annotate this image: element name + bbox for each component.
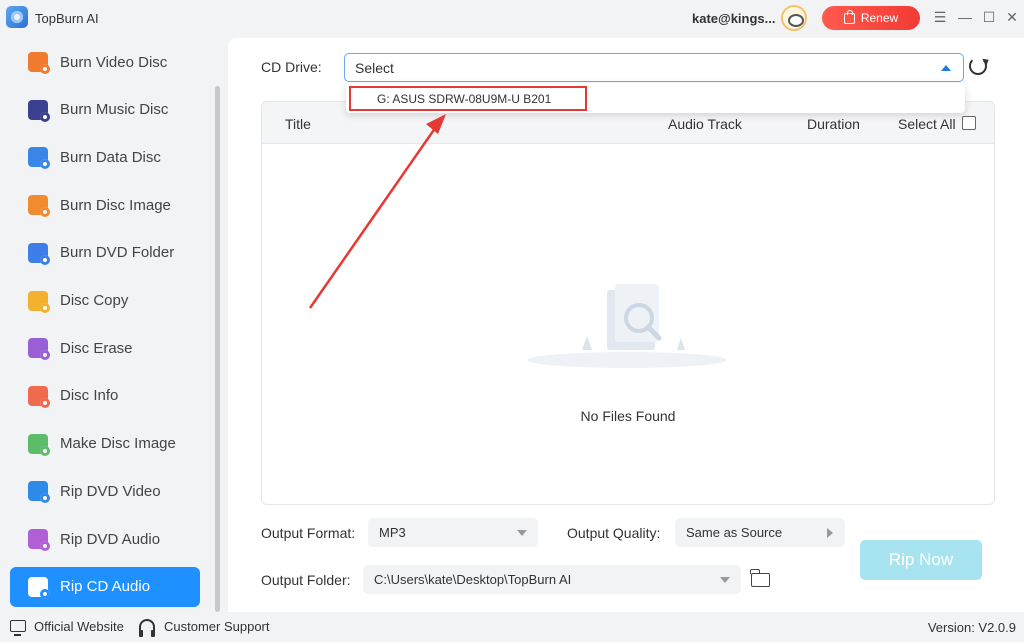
main-panel: CD Drive: Select Title Audio Track Durat… <box>228 38 1024 612</box>
video-disc-icon <box>28 52 50 74</box>
rip-cd-audio-icon <box>28 576 50 599</box>
data-disc-icon <box>28 147 50 170</box>
cd-drive-value: Select <box>355 60 394 76</box>
select-all-label: Select All <box>898 116 956 132</box>
empty-folder-icon <box>527 284 727 368</box>
footer: Official Website Customer Support Versio… <box>0 612 1024 642</box>
minimize-icon[interactable]: — <box>958 10 972 24</box>
output-format-label: Output Format: <box>261 525 356 541</box>
sidebar-item-burn-data-disc[interactable]: Burn Data Disc <box>10 137 200 177</box>
monitor-icon <box>10 620 26 636</box>
sidebar-item-label: Burn Music Disc <box>60 101 169 119</box>
sidebar-item-burn-music-disc[interactable]: Burn Music Disc <box>10 90 200 130</box>
sidebar-item-label: Burn Video Disc <box>60 53 168 71</box>
sidebar-item-burn-video-disc[interactable]: Burn Video Disc <box>10 42 200 82</box>
cd-drive-label: CD Drive: <box>261 59 322 75</box>
output-quality-value: Same as Source <box>686 525 783 540</box>
renew-button[interactable]: Renew <box>822 6 920 30</box>
official-website-link[interactable]: Official Website <box>34 619 124 634</box>
title-bar: TopBurn AI kate@kings... Renew ☰ — ☐ ✕ <box>0 0 1024 38</box>
disc-image-icon <box>28 195 50 218</box>
shopping-bag-icon <box>843 9 855 24</box>
chevron-right-icon <box>827 528 833 538</box>
caret-up-icon <box>941 65 951 71</box>
app-title: TopBurn AI <box>35 11 99 26</box>
headset-icon <box>139 619 155 637</box>
disc-copy-icon <box>28 290 50 313</box>
sidebar: Burn Video Disc Burn Music Disc Burn Data … <box>0 38 222 612</box>
sidebar-item-make-disc-image[interactable]: Make Disc Image <box>10 424 200 464</box>
sidebar-scrollbar[interactable] <box>215 86 220 612</box>
output-format-value: MP3 <box>379 525 406 540</box>
menu-icon[interactable]: ☰ <box>933 10 947 24</box>
cd-drive-select[interactable]: Select <box>344 53 964 82</box>
output-quality-label: Output Quality: <box>567 525 661 541</box>
track-table: Title Audio Track Duration Select All No… <box>261 101 995 505</box>
dvd-folder-icon <box>28 242 50 265</box>
rip-now-button[interactable]: Rip Now <box>860 540 982 580</box>
rip-dvd-video-icon <box>28 481 50 504</box>
disc-info-icon <box>28 385 50 408</box>
close-icon[interactable]: ✕ <box>1005 10 1019 24</box>
sidebar-item-rip-cd-audio[interactable]: Rip CD Audio <box>10 566 200 607</box>
rip-dvd-audio-icon <box>28 529 50 551</box>
sidebar-item-burn-dvd-folder[interactable]: Burn DVD Folder <box>10 233 200 273</box>
select-all-checkbox[interactable] <box>962 116 976 130</box>
sidebar-item-disc-info[interactable]: Disc Info <box>10 376 200 416</box>
sidebar-item-label: Burn Data Disc <box>60 148 161 166</box>
sidebar-item-burn-disc-image[interactable]: Burn Disc Image <box>10 185 200 225</box>
col-audio-track: Audio Track <box>668 116 742 132</box>
output-folder-label: Output Folder: <box>261 572 351 588</box>
col-duration: Duration <box>807 116 860 132</box>
disc-erase-icon <box>28 338 50 361</box>
sidebar-item-rip-dvd-audio[interactable]: Rip DVD Audio <box>10 519 200 559</box>
sidebar-item-label: Rip DVD Video <box>60 482 161 500</box>
sidebar-item-label: Burn DVD Folder <box>60 244 175 262</box>
col-title: Title <box>285 116 311 132</box>
user-email[interactable]: kate@kings... <box>692 11 775 26</box>
app-logo-icon <box>6 6 28 28</box>
sidebar-item-label: Rip DVD Audio <box>60 530 161 548</box>
sidebar-item-label: Make Disc Image <box>60 435 176 453</box>
refresh-icon[interactable] <box>969 57 987 75</box>
sidebar-item-disc-erase[interactable]: Disc Erase <box>10 328 200 368</box>
sidebar-item-disc-copy[interactable]: Disc Copy <box>10 281 200 321</box>
maximize-icon[interactable]: ☐ <box>982 10 996 24</box>
sidebar-item-rip-dvd-video[interactable]: Rip DVD Video <box>10 471 200 511</box>
output-format-select[interactable]: MP3 <box>368 518 538 547</box>
no-files-text: No Files Found <box>580 408 676 424</box>
sidebar-item-label: Disc Copy <box>60 292 129 309</box>
output-folder-value: C:\Users\kate\Desktop\TopBurn AI <box>374 572 572 587</box>
music-disc-icon <box>28 99 50 122</box>
output-quality-select[interactable]: Same as Source <box>675 518 845 547</box>
avatar[interactable] <box>781 5 807 31</box>
chevron-down-icon <box>517 530 527 536</box>
make-image-icon <box>28 433 50 456</box>
drive-option[interactable]: G: ASUS SDRW-08U9M-U B201 <box>349 86 587 111</box>
renew-label: Renew <box>860 11 899 25</box>
sidebar-item-label: Rip CD Audio <box>60 578 151 596</box>
version-text: Version: V2.0.9 <box>927 620 1016 635</box>
output-folder-select[interactable]: C:\Users\kate\Desktop\TopBurn AI <box>363 565 741 594</box>
folder-icon[interactable] <box>750 569 770 587</box>
sidebar-item-label: Burn Disc Image <box>60 196 171 214</box>
chevron-down-icon <box>720 577 730 583</box>
customer-support-link[interactable]: Customer Support <box>164 619 270 634</box>
sidebar-item-label: Disc Info <box>60 387 119 405</box>
sidebar-item-label: Disc Erase <box>60 339 133 357</box>
cd-drive-dropdown: G: ASUS SDRW-08U9M-U B201 <box>346 83 965 113</box>
